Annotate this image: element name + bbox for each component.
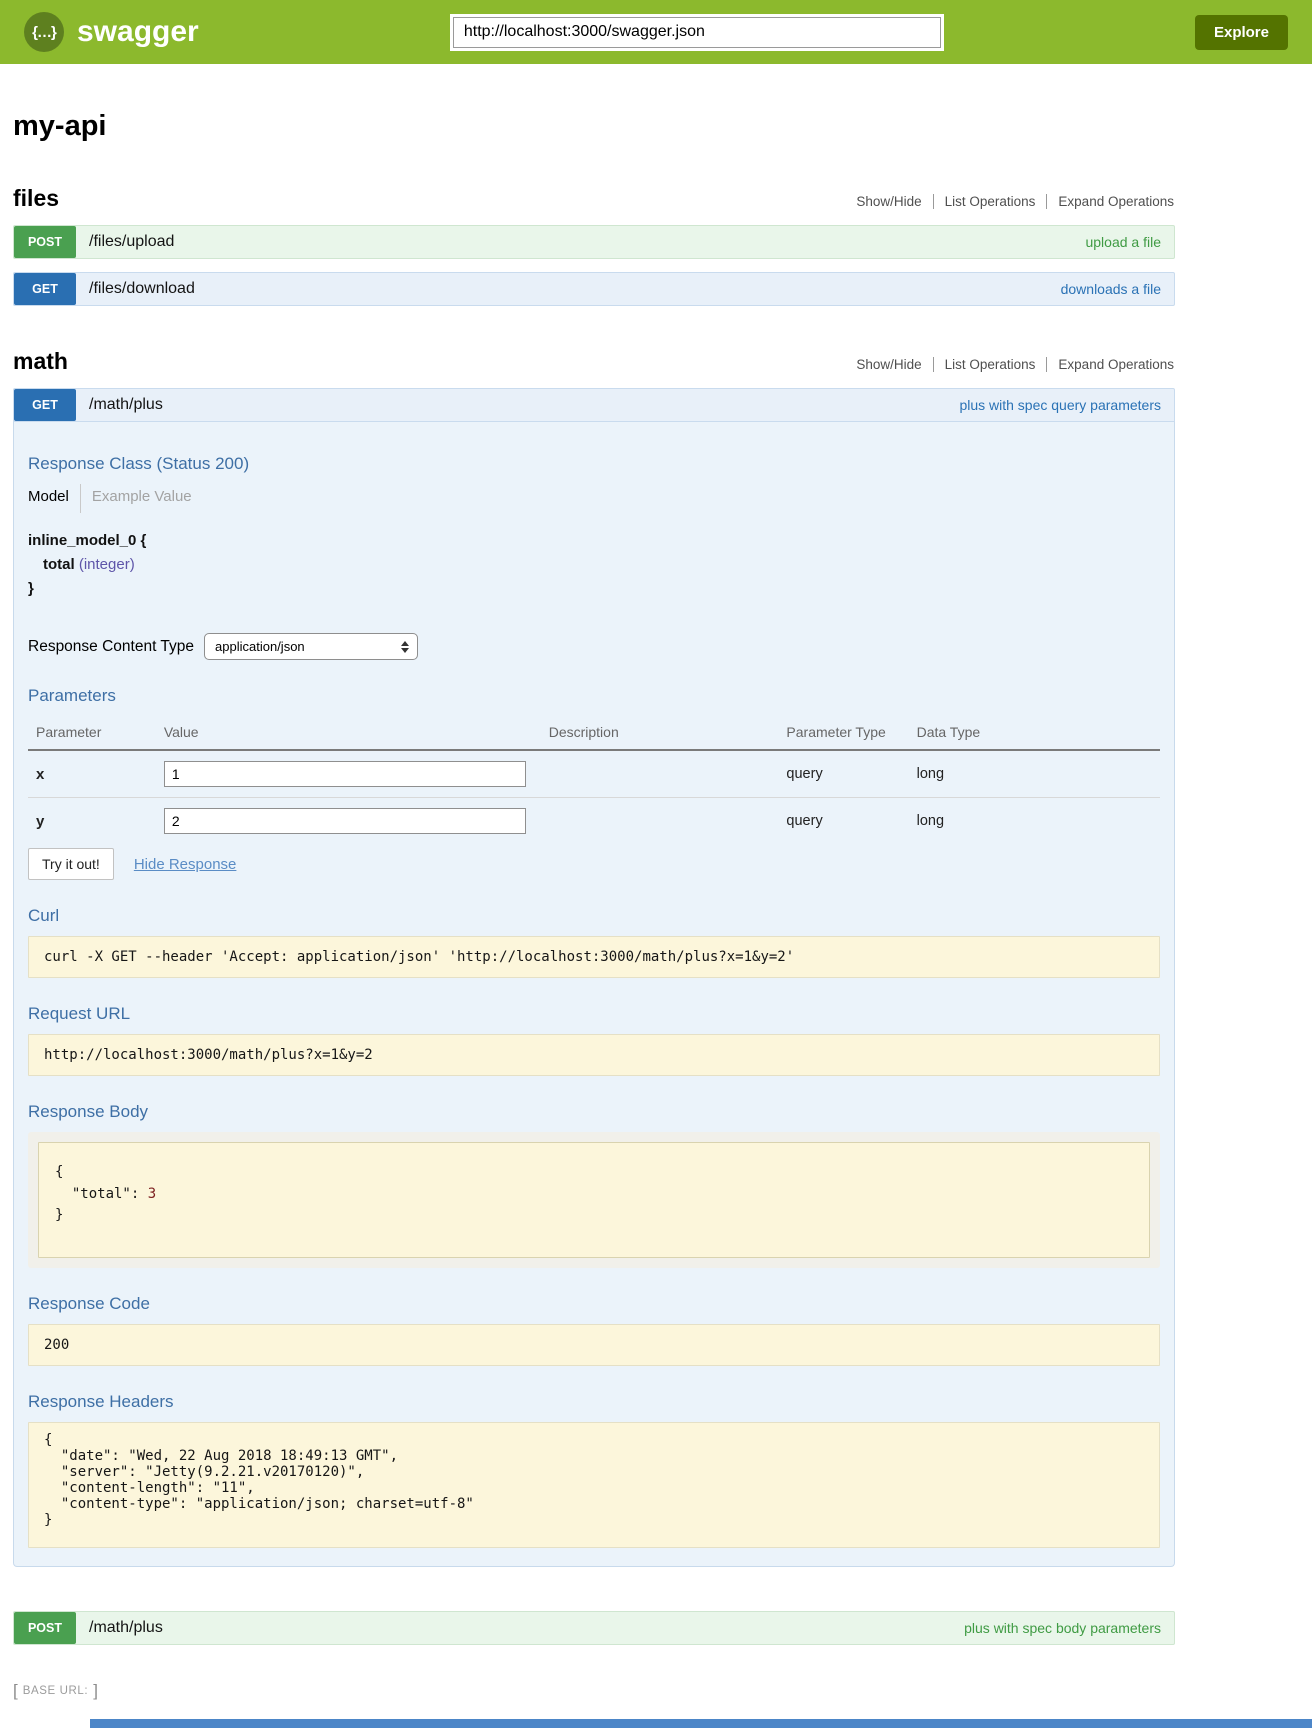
footer-bar bbox=[90, 1719, 1312, 1728]
col-description: Description bbox=[549, 716, 787, 750]
response-headers-json: { "date": "Wed, 22 Aug 2018 18:49:13 GMT… bbox=[28, 1422, 1160, 1548]
response-body-container: { "total": 3 } bbox=[28, 1132, 1160, 1268]
expand-operations-link[interactable]: Expand Operations bbox=[1046, 357, 1175, 372]
parameters-heading: Parameters bbox=[28, 686, 1160, 706]
parameters-header-row: Parameter Value Description Parameter Ty… bbox=[28, 716, 1160, 750]
explore-button[interactable]: Explore bbox=[1195, 15, 1288, 50]
brand-logo[interactable]: {…} swagger bbox=[24, 12, 199, 52]
endpoint-summary-link[interactable]: upload a file bbox=[1085, 226, 1174, 258]
parameter-row-y: y query long bbox=[28, 798, 1160, 845]
model-signature-open: inline_model_0 { bbox=[28, 529, 1160, 553]
endpoint-path[interactable]: /files/download bbox=[76, 273, 195, 305]
select-arrows-icon bbox=[401, 641, 409, 653]
response-code-heading: Response Code bbox=[28, 1294, 1160, 1314]
response-body-code: { "total": 3 } bbox=[38, 1142, 1150, 1258]
model-tabs: Model Example Value bbox=[28, 484, 1160, 513]
parameter-description bbox=[549, 750, 787, 798]
brand-name: swagger bbox=[77, 15, 199, 49]
hide-response-link[interactable]: Hide Response bbox=[134, 856, 237, 873]
spec-url-input[interactable] bbox=[453, 17, 941, 48]
files-section-header: files Show/Hide List Operations Expand O… bbox=[13, 185, 1175, 212]
get-math-plus-operation: GET /math/plus plus with spec query para… bbox=[13, 388, 1175, 1567]
parameter-x-input[interactable] bbox=[164, 761, 526, 787]
json-number-value: 3 bbox=[148, 1186, 156, 1202]
parameter-name: x bbox=[28, 750, 164, 798]
col-value: Value bbox=[164, 716, 549, 750]
parameter-y-input[interactable] bbox=[164, 808, 526, 834]
request-url-heading: Request URL bbox=[28, 1004, 1160, 1024]
endpoint-post-math-plus[interactable]: POST /math/plus plus with spec body para… bbox=[13, 1611, 1175, 1645]
method-badge-get: GET bbox=[14, 389, 76, 421]
endpoint-get-files-download[interactable]: GET /files/download downloads a file bbox=[13, 272, 1175, 306]
response-content-type-row: Response Content Type application/json bbox=[28, 633, 1160, 660]
col-parameter: Parameter bbox=[28, 716, 164, 750]
base-url-footer: [ BASE URL: ] bbox=[13, 1681, 1312, 1701]
col-parameter-type: Parameter Type bbox=[786, 716, 916, 750]
page-title: my-api bbox=[13, 110, 1175, 143]
parameter-name: y bbox=[28, 798, 164, 845]
parameter-data-type: long bbox=[917, 798, 1160, 845]
curl-command: curl -X GET --header 'Accept: applicatio… bbox=[28, 936, 1160, 978]
tab-example-value[interactable]: Example Value bbox=[80, 484, 192, 513]
response-content-type-label: Response Content Type bbox=[28, 638, 194, 656]
section-title-math: math bbox=[13, 348, 68, 375]
selected-content-type: application/json bbox=[215, 639, 305, 654]
list-operations-link[interactable]: List Operations bbox=[933, 194, 1047, 209]
request-url-value: http://localhost:3000/math/plus?x=1&y=2 bbox=[28, 1034, 1160, 1076]
method-badge-post: POST bbox=[14, 1612, 76, 1644]
math-section-header: math Show/Hide List Operations Expand Op… bbox=[13, 348, 1175, 375]
endpoint-path[interactable]: /math/plus bbox=[76, 389, 163, 421]
endpoint-path[interactable]: /math/plus bbox=[76, 1612, 163, 1644]
operation-expanded-panel: Response Class (Status 200) Model Exampl… bbox=[13, 422, 1175, 1567]
response-code-value: 200 bbox=[28, 1324, 1160, 1366]
model-signature-close: } bbox=[28, 577, 1160, 601]
method-badge-post: POST bbox=[14, 226, 76, 258]
method-badge-get: GET bbox=[14, 273, 76, 305]
bracket-open: [ bbox=[13, 1681, 18, 1701]
endpoint-get-math-plus[interactable]: GET /math/plus plus with spec query para… bbox=[13, 388, 1175, 422]
endpoint-summary-link[interactable]: plus with spec query parameters bbox=[959, 389, 1174, 421]
base-url-label: BASE URL: bbox=[23, 1685, 88, 1697]
list-operations-link[interactable]: List Operations bbox=[933, 357, 1047, 372]
model-property-name: total bbox=[43, 556, 75, 573]
main-content: my-api files Show/Hide List Operations E… bbox=[13, 110, 1175, 1645]
model-property: total (integer) bbox=[43, 553, 1160, 577]
swagger-logo-icon: {…} bbox=[24, 12, 64, 52]
expand-operations-link[interactable]: Expand Operations bbox=[1046, 194, 1175, 209]
response-headers-heading: Response Headers bbox=[28, 1392, 1160, 1412]
curl-heading: Curl bbox=[28, 906, 1160, 926]
endpoint-path[interactable]: /files/upload bbox=[76, 226, 174, 258]
parameter-data-type: long bbox=[917, 750, 1160, 798]
endpoint-post-files-upload[interactable]: POST /files/upload upload a file bbox=[13, 225, 1175, 259]
show-hide-link[interactable]: Show/Hide bbox=[845, 194, 932, 209]
parameter-type: query bbox=[786, 798, 916, 845]
parameter-type: query bbox=[786, 750, 916, 798]
model-property-type: (integer) bbox=[79, 556, 135, 573]
model-signature: inline_model_0 { total (integer) } bbox=[28, 529, 1160, 601]
bracket-close: ] bbox=[93, 1681, 98, 1701]
section-controls: Show/Hide List Operations Expand Operati… bbox=[845, 194, 1175, 212]
response-class-heading: Response Class (Status 200) bbox=[28, 454, 1160, 474]
response-content-type-select[interactable]: application/json bbox=[204, 633, 418, 660]
endpoint-summary-link[interactable]: plus with spec body parameters bbox=[964, 1612, 1174, 1644]
endpoint-summary-link[interactable]: downloads a file bbox=[1061, 273, 1174, 305]
try-it-out-button[interactable]: Try it out! bbox=[28, 848, 114, 880]
parameter-description bbox=[549, 798, 787, 845]
top-header-bar: {…} swagger Explore bbox=[0, 0, 1312, 64]
section-controls: Show/Hide List Operations Expand Operati… bbox=[845, 357, 1175, 375]
col-data-type: Data Type bbox=[917, 716, 1160, 750]
tab-model[interactable]: Model bbox=[28, 484, 80, 513]
parameter-row-x: x query long bbox=[28, 750, 1160, 798]
response-body-heading: Response Body bbox=[28, 1102, 1160, 1122]
section-title-files: files bbox=[13, 185, 59, 212]
try-it-out-row: Try it out! Hide Response bbox=[28, 848, 1160, 880]
parameters-table: Parameter Value Description Parameter Ty… bbox=[28, 716, 1160, 844]
show-hide-link[interactable]: Show/Hide bbox=[845, 357, 932, 372]
